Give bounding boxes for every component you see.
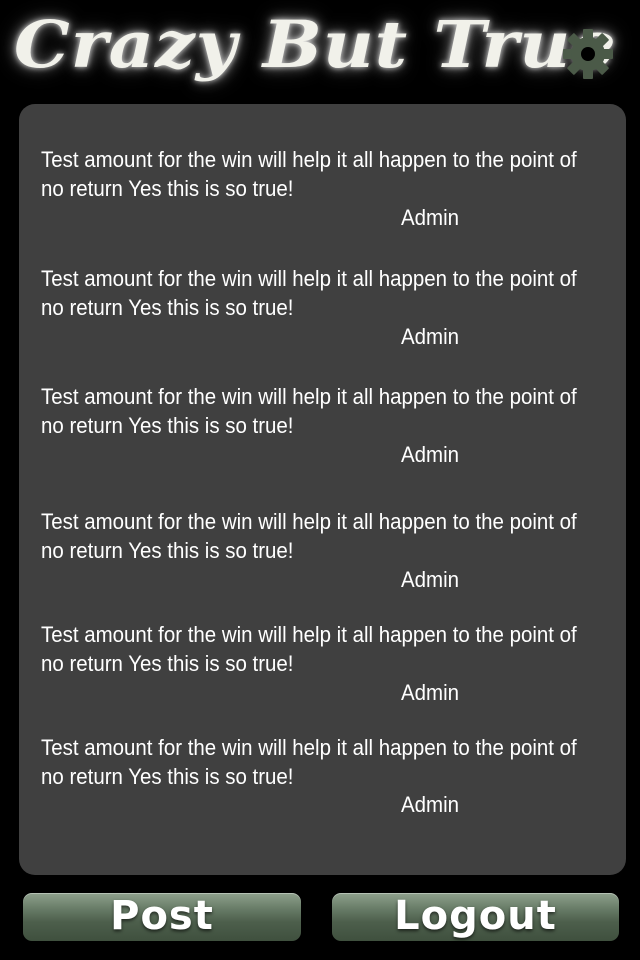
app-header: Crazy But True xyxy=(0,0,640,100)
settings-button[interactable] xyxy=(562,28,614,80)
logout-button-label: Logout xyxy=(394,893,557,939)
feed-item[interactable]: Test amount for the win will help it all… xyxy=(41,733,607,817)
feed-item-text: Test amount for the win will help it all… xyxy=(41,622,577,676)
feed-item-text: Test amount for the win will help it all… xyxy=(41,509,577,563)
feed-item[interactable]: Test amount for the win will help it all… xyxy=(41,620,607,705)
feed-item-text: Test amount for the win will help it all… xyxy=(41,384,577,438)
feed-item[interactable]: Test amount for the win will help it all… xyxy=(41,507,607,592)
app-title: Crazy But True xyxy=(14,6,617,83)
feed-item-text: Test amount for the win will help it all… xyxy=(41,735,577,789)
feed-item-author: Admin xyxy=(401,567,459,592)
feed-item-text: Test amount for the win will help it all… xyxy=(41,266,577,320)
feed-item-author: Admin xyxy=(401,442,459,467)
feed-item[interactable]: Test amount for the win will help it all… xyxy=(41,145,607,230)
feed-item-author: Admin xyxy=(401,205,459,230)
feed-item-text: Test amount for the win will help it all… xyxy=(41,147,577,201)
feed-item[interactable]: Test amount for the win will help it all… xyxy=(41,382,607,467)
post-button[interactable]: Post xyxy=(23,893,301,941)
feed-item-author: Admin xyxy=(401,792,459,817)
post-button-label: Post xyxy=(110,893,214,939)
feed-item[interactable]: Test amount for the win will help it all… xyxy=(41,264,607,349)
feed-item-author: Admin xyxy=(401,324,459,349)
gear-icon xyxy=(563,29,613,79)
logout-button[interactable]: Logout xyxy=(332,893,619,941)
feed-item-author: Admin xyxy=(401,680,459,705)
feed-panel[interactable]: Test amount for the win will help it all… xyxy=(19,104,626,875)
